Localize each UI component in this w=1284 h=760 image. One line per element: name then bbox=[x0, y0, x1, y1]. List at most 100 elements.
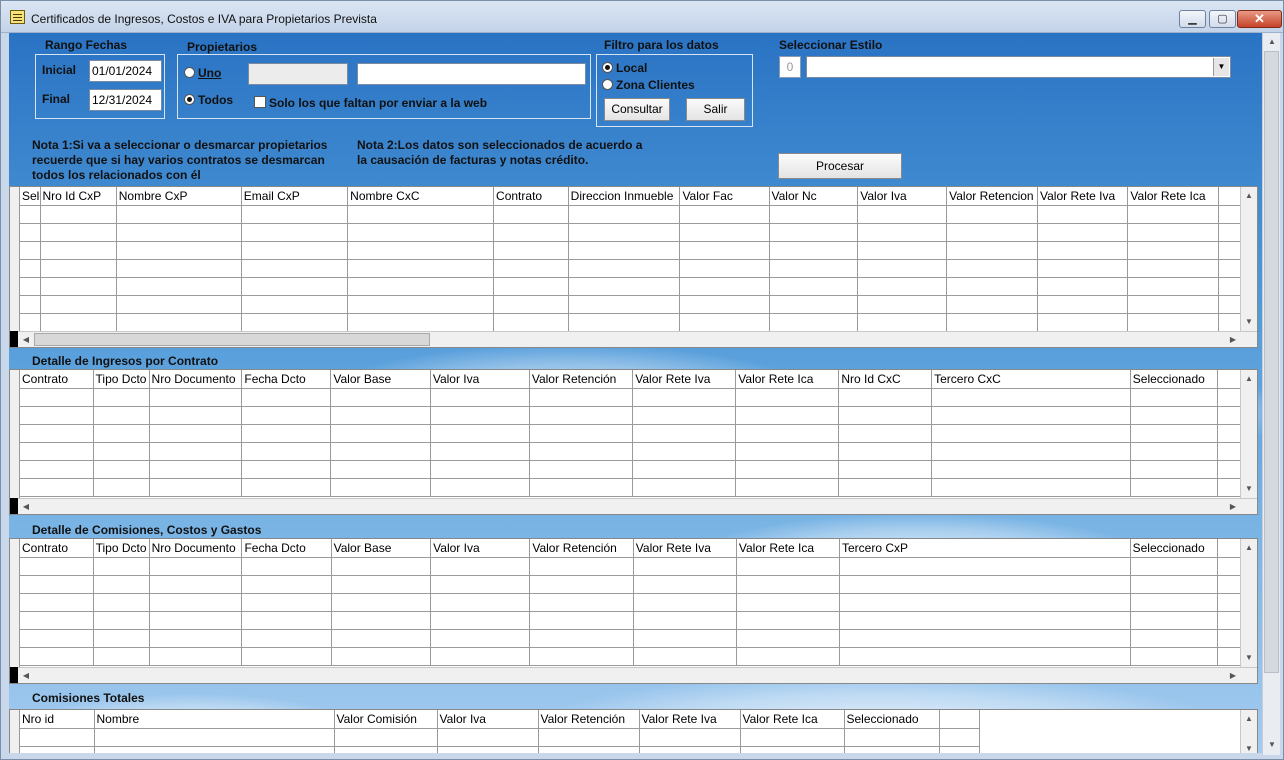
table-cell[interactable] bbox=[857, 295, 948, 314]
table-cell[interactable] bbox=[529, 629, 634, 648]
table-cell[interactable] bbox=[241, 295, 349, 314]
column-header[interactable]: Valor Base bbox=[331, 539, 432, 558]
column-header[interactable]: Valor Rete Ica bbox=[736, 539, 841, 558]
table-cell[interactable] bbox=[568, 241, 681, 260]
table-cell[interactable] bbox=[347, 259, 495, 278]
column-header[interactable]: Nro Documento bbox=[149, 370, 243, 389]
table-cell[interactable] bbox=[931, 442, 1131, 461]
table-cell[interactable] bbox=[40, 295, 117, 314]
column-header[interactable]: Sele bbox=[20, 187, 41, 206]
table-cell[interactable] bbox=[931, 388, 1131, 407]
table-cell[interactable] bbox=[20, 388, 94, 407]
table-cell[interactable] bbox=[736, 593, 841, 612]
table-row[interactable] bbox=[20, 424, 1257, 443]
column-header[interactable]: Valor Base bbox=[330, 370, 431, 389]
table-cell[interactable] bbox=[20, 295, 41, 314]
table-cell[interactable] bbox=[93, 611, 150, 630]
table-cell[interactable] bbox=[839, 647, 1131, 666]
table-cell[interactable] bbox=[1127, 241, 1219, 260]
table-cell[interactable] bbox=[735, 388, 840, 407]
table-cell[interactable] bbox=[149, 593, 243, 612]
scroll-down-icon[interactable]: ▼ bbox=[1241, 741, 1257, 753]
table-cell[interactable] bbox=[736, 647, 841, 666]
scrollbar-thumb[interactable] bbox=[34, 333, 430, 346]
table-cell[interactable] bbox=[632, 442, 737, 461]
table-cell[interactable] bbox=[330, 442, 431, 461]
column-header[interactable]: Tercero CxP bbox=[839, 539, 1131, 558]
column-header[interactable]: Valor Rete Ica bbox=[735, 370, 840, 389]
estilo-select[interactable]: ▼ bbox=[806, 56, 1231, 78]
table-cell[interactable] bbox=[838, 460, 933, 479]
table-cell[interactable] bbox=[639, 728, 741, 747]
table-cell[interactable] bbox=[330, 388, 431, 407]
table-cell[interactable] bbox=[769, 259, 859, 278]
column-header[interactable]: Valor Iva bbox=[430, 370, 530, 389]
table-cell[interactable] bbox=[40, 277, 117, 296]
table-cell[interactable] bbox=[93, 593, 150, 612]
scroll-down-icon[interactable]: ▼ bbox=[1241, 481, 1257, 497]
grid-vertical-scrollbar[interactable]: ▲ ▼ bbox=[1240, 710, 1257, 753]
scroll-up-icon[interactable]: ▲ bbox=[1264, 34, 1280, 50]
table-cell[interactable] bbox=[116, 313, 242, 332]
table-cell[interactable] bbox=[116, 223, 242, 242]
table-cell[interactable] bbox=[769, 313, 859, 332]
table-cell[interactable] bbox=[437, 746, 539, 753]
table-cell[interactable] bbox=[149, 442, 243, 461]
table-cell[interactable] bbox=[437, 728, 539, 747]
row-selector-column[interactable] bbox=[10, 187, 20, 331]
column-header[interactable]: Valor Retención bbox=[529, 539, 634, 558]
table-cell[interactable] bbox=[740, 746, 845, 753]
detalle-comisiones-grid[interactable]: Contrato Tipo Dcto Nro Documento Fecha Dcto… bbox=[9, 538, 1258, 684]
table-cell[interactable] bbox=[1037, 241, 1129, 260]
table-cell[interactable] bbox=[149, 460, 243, 479]
scroll-down-icon[interactable]: ▼ bbox=[1241, 314, 1257, 330]
table-cell[interactable] bbox=[839, 593, 1131, 612]
table-cell[interactable] bbox=[639, 746, 741, 753]
column-header[interactable]: Nombre CxP bbox=[116, 187, 242, 206]
consultar-button[interactable]: Consultar bbox=[604, 98, 670, 121]
table-cell[interactable] bbox=[20, 611, 94, 630]
form-vertical-scrollbar[interactable]: ▲ ▼ bbox=[1262, 33, 1280, 755]
column-header[interactable]: Valor Iva bbox=[430, 539, 531, 558]
table-cell[interactable] bbox=[149, 557, 243, 576]
table-cell[interactable] bbox=[735, 424, 840, 443]
table-cell[interactable] bbox=[241, 611, 332, 630]
table-cell[interactable] bbox=[94, 746, 335, 753]
table-cell[interactable] bbox=[430, 611, 531, 630]
table-cell[interactable] bbox=[538, 728, 640, 747]
table-cell[interactable] bbox=[931, 424, 1131, 443]
table-cell[interactable] bbox=[529, 557, 634, 576]
row-selector-column[interactable] bbox=[10, 370, 20, 498]
table-cell[interactable] bbox=[20, 406, 94, 425]
table-cell[interactable] bbox=[857, 259, 948, 278]
table-cell[interactable] bbox=[347, 223, 495, 242]
column-header[interactable]: Contrato bbox=[20, 539, 94, 558]
table-cell[interactable] bbox=[93, 557, 150, 576]
table-cell[interactable] bbox=[430, 575, 531, 594]
table-cell[interactable] bbox=[430, 388, 530, 407]
table-cell[interactable] bbox=[241, 478, 332, 497]
scroll-right-icon[interactable]: ▶ bbox=[1225, 499, 1241, 514]
solo-faltan-checkbox[interactable] bbox=[254, 96, 266, 108]
local-radio[interactable] bbox=[602, 62, 613, 73]
table-cell[interactable] bbox=[93, 388, 150, 407]
table-cell[interactable] bbox=[1037, 223, 1129, 242]
grid-horizontal-scrollbar[interactable]: ◀ ▶ bbox=[10, 498, 1257, 514]
table-cell[interactable] bbox=[1130, 575, 1219, 594]
table-cell[interactable] bbox=[1130, 442, 1219, 461]
table-cell[interactable] bbox=[931, 460, 1131, 479]
table-cell[interactable] bbox=[568, 295, 681, 314]
table-cell[interactable] bbox=[149, 647, 243, 666]
table-cell[interactable] bbox=[632, 388, 737, 407]
column-header[interactable]: Valor Rete Iva bbox=[633, 539, 737, 558]
table-cell[interactable] bbox=[529, 424, 634, 443]
scroll-up-icon[interactable]: ▲ bbox=[1241, 371, 1257, 387]
table-cell[interactable] bbox=[946, 295, 1039, 314]
table-cell[interactable] bbox=[20, 442, 94, 461]
scroll-down-icon[interactable]: ▼ bbox=[1264, 737, 1280, 753]
table-cell[interactable] bbox=[736, 575, 841, 594]
table-cell[interactable] bbox=[347, 241, 495, 260]
table-cell[interactable] bbox=[633, 647, 737, 666]
table-cell[interactable] bbox=[347, 205, 495, 224]
table-cell[interactable] bbox=[769, 205, 859, 224]
